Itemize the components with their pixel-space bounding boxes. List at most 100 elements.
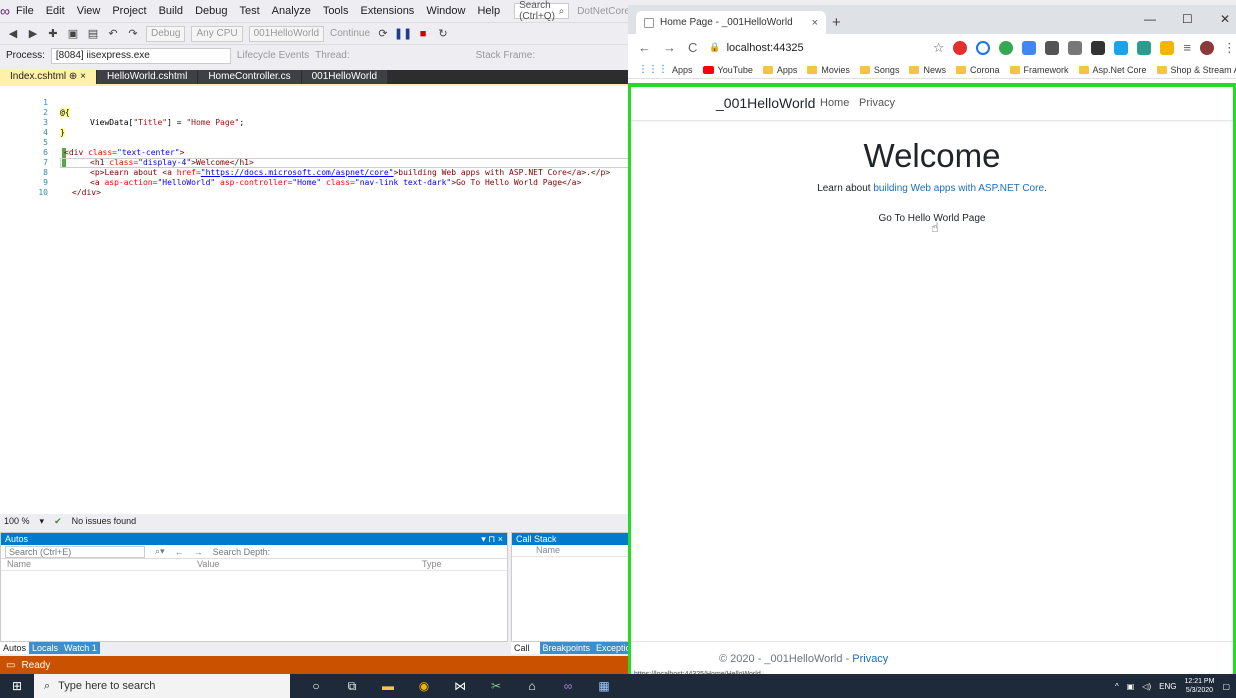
menu-view[interactable]: View	[71, 0, 107, 22]
refresh-icon[interactable]: ⟳	[376, 27, 390, 41]
cortana-icon[interactable]: ○	[308, 678, 324, 694]
configuration-dropdown[interactable]: Debug	[146, 25, 186, 42]
undo-icon[interactable]: ↶	[106, 27, 120, 41]
opera-icon[interactable]	[953, 40, 968, 55]
continue-button[interactable]: Continue	[330, 28, 370, 39]
extension-icon[interactable]	[1045, 40, 1060, 55]
tab-call-stack[interactable]: Call Stack	[511, 642, 540, 654]
menu-window[interactable]: Window	[420, 0, 471, 22]
address-bar[interactable]: 🔒 localhost:44325	[709, 38, 920, 58]
tab-index-cshtml[interactable]: Index.cshtml ⊕ ×	[0, 70, 96, 84]
extension-icon[interactable]	[1022, 40, 1037, 55]
new-tab-plus-icon[interactable]: +	[832, 14, 841, 31]
extension-icon[interactable]	[1114, 40, 1129, 55]
extension-icon[interactable]	[1068, 40, 1083, 55]
browser-tab[interactable]: Home Page - _001HelloWorld ×	[636, 11, 826, 34]
chevron-down-icon[interactable]: ▾	[40, 516, 45, 527]
visual-studio-code-icon[interactable]: ⋈	[452, 678, 468, 694]
tools-icon[interactable]: ✂	[488, 678, 504, 694]
footer-privacy-link[interactable]: Privacy	[852, 653, 888, 665]
column-header-type[interactable]: Type	[416, 559, 442, 570]
menu-extensions[interactable]: Extensions	[355, 0, 421, 22]
profile-avatar[interactable]	[1200, 40, 1214, 55]
nav-link-privacy[interactable]: Privacy	[859, 97, 895, 109]
aspnet-docs-link[interactable]: building Web apps with ASP.NET Core	[873, 183, 1044, 194]
bookmark-folder[interactable]: Apps	[762, 65, 797, 75]
startup-project-dropdown[interactable]: 001HelloWorld	[248, 25, 324, 42]
app-icon[interactable]: ▦	[596, 678, 612, 694]
menu-help[interactable]: Help	[471, 0, 506, 22]
tab-001helloworld[interactable]: 001HelloWorld	[301, 70, 387, 84]
visual-studio-icon[interactable]: ∞	[560, 678, 576, 694]
visual-studio-logo-icon[interactable]: ∞	[0, 0, 10, 22]
process-dropdown[interactable]: [8084] iisexpress.exe	[50, 47, 231, 64]
bookmark-folder[interactable]: Asp.Net Core	[1078, 65, 1147, 75]
tab-homecontroller-cs[interactable]: HomeController.cs	[198, 70, 301, 84]
bookmark-folder[interactable]: Shop & Stream Apps	[1156, 65, 1236, 75]
address-url[interactable]: localhost:44325	[727, 42, 804, 54]
chevron-up-icon[interactable]: ^	[1115, 682, 1119, 691]
bookmark-folder[interactable]: Framework	[1009, 65, 1069, 75]
close-icon[interactable]: ×	[80, 71, 86, 82]
extension-icon[interactable]	[999, 40, 1014, 55]
arrow-left-icon[interactable]: ←	[175, 547, 184, 557]
stop-icon[interactable]: ■	[416, 27, 430, 41]
code-editor[interactable]: 1 @{ 2 ViewData["Title"] = "Home Page"; …	[0, 86, 630, 514]
menu-debug[interactable]: Debug	[189, 0, 233, 22]
store-icon[interactable]: ⌂	[524, 678, 540, 694]
issues-status[interactable]: No issues found	[72, 516, 137, 526]
site-brand-link[interactable]: _001HelloWorld	[716, 95, 815, 111]
windows-start-icon[interactable]: ⊞	[0, 674, 34, 698]
pause-icon[interactable]: ❚❚	[394, 27, 412, 41]
save-icon[interactable]: ▣	[66, 27, 80, 41]
redo-icon[interactable]: ↷	[126, 27, 140, 41]
file-explorer-icon[interactable]: ▬	[380, 678, 396, 694]
close-window-icon[interactable]: ✕	[1220, 12, 1230, 26]
bookmark-folder[interactable]: Movies	[807, 65, 850, 75]
column-header-name[interactable]: Name	[1, 559, 191, 570]
save-all-icon[interactable]: ▤	[86, 27, 100, 41]
platform-dropdown[interactable]: Any CPU	[191, 25, 243, 42]
new-item-icon[interactable]: ✚	[46, 27, 60, 41]
menu-tools[interactable]: Tools	[317, 0, 355, 22]
close-icon[interactable]: ▾ ⊓ ×	[481, 533, 507, 545]
bookmark-folder[interactable]: Corona	[955, 65, 1000, 75]
network-icon[interactable]: ▣	[1127, 682, 1135, 691]
tab-exceptions[interactable]: Exceptio	[593, 642, 630, 654]
menu-test[interactable]: Test	[233, 0, 265, 22]
bookmark-folder[interactable]: News	[909, 65, 946, 75]
menu-file[interactable]: File	[10, 0, 40, 22]
menu-build[interactable]: Build	[153, 0, 189, 22]
extension-icon[interactable]	[1160, 40, 1175, 55]
bookmark-folder[interactable]: Songs	[859, 65, 899, 75]
back-icon[interactable]: ◀	[6, 27, 20, 41]
forward-icon[interactable]: ▶	[26, 27, 40, 41]
autos-search-input[interactable]: Search (Ctrl+E)	[5, 545, 145, 558]
close-icon[interactable]: ×	[812, 17, 818, 29]
chrome-icon[interactable]: ◉	[416, 678, 432, 694]
bookmark-youtube[interactable]: YouTube	[702, 65, 753, 75]
tab-watch-1[interactable]: Watch 1	[61, 642, 100, 654]
menu-edit[interactable]: Edit	[40, 0, 71, 22]
column-header-name[interactable]: Name	[512, 545, 560, 556]
back-arrow-icon[interactable]: ←	[638, 40, 651, 55]
taskbar-search-box[interactable]: ⌕ Type here to search	[34, 674, 290, 698]
volume-icon[interactable]: ◁)	[1142, 682, 1151, 691]
tab-helloworld-cshtml[interactable]: HelloWorld.cshtml	[96, 70, 198, 84]
reading-list-icon[interactable]: ≡	[1183, 40, 1191, 55]
forward-arrow-icon[interactable]: →	[663, 40, 676, 55]
arrow-right-icon[interactable]: →	[194, 547, 203, 557]
more-menu-icon[interactable]: ⋮	[1223, 40, 1236, 56]
play-icon[interactable]	[976, 40, 991, 55]
extension-icon[interactable]	[1091, 40, 1106, 55]
minimize-icon[interactable]: —	[1144, 12, 1156, 26]
extension-icon[interactable]	[1137, 40, 1152, 55]
menu-project[interactable]: Project	[106, 0, 152, 22]
column-header-value[interactable]: Value	[191, 559, 416, 570]
maximize-icon[interactable]: ☐	[1182, 12, 1193, 26]
reload-icon[interactable]: C	[688, 40, 697, 55]
star-icon[interactable]: ☆	[933, 40, 945, 56]
lifecycle-events-dropdown[interactable]: Lifecycle Events	[237, 50, 309, 61]
nav-link-home[interactable]: Home	[820, 97, 849, 109]
tab-breakpoints[interactable]: Breakpoints	[539, 642, 594, 654]
